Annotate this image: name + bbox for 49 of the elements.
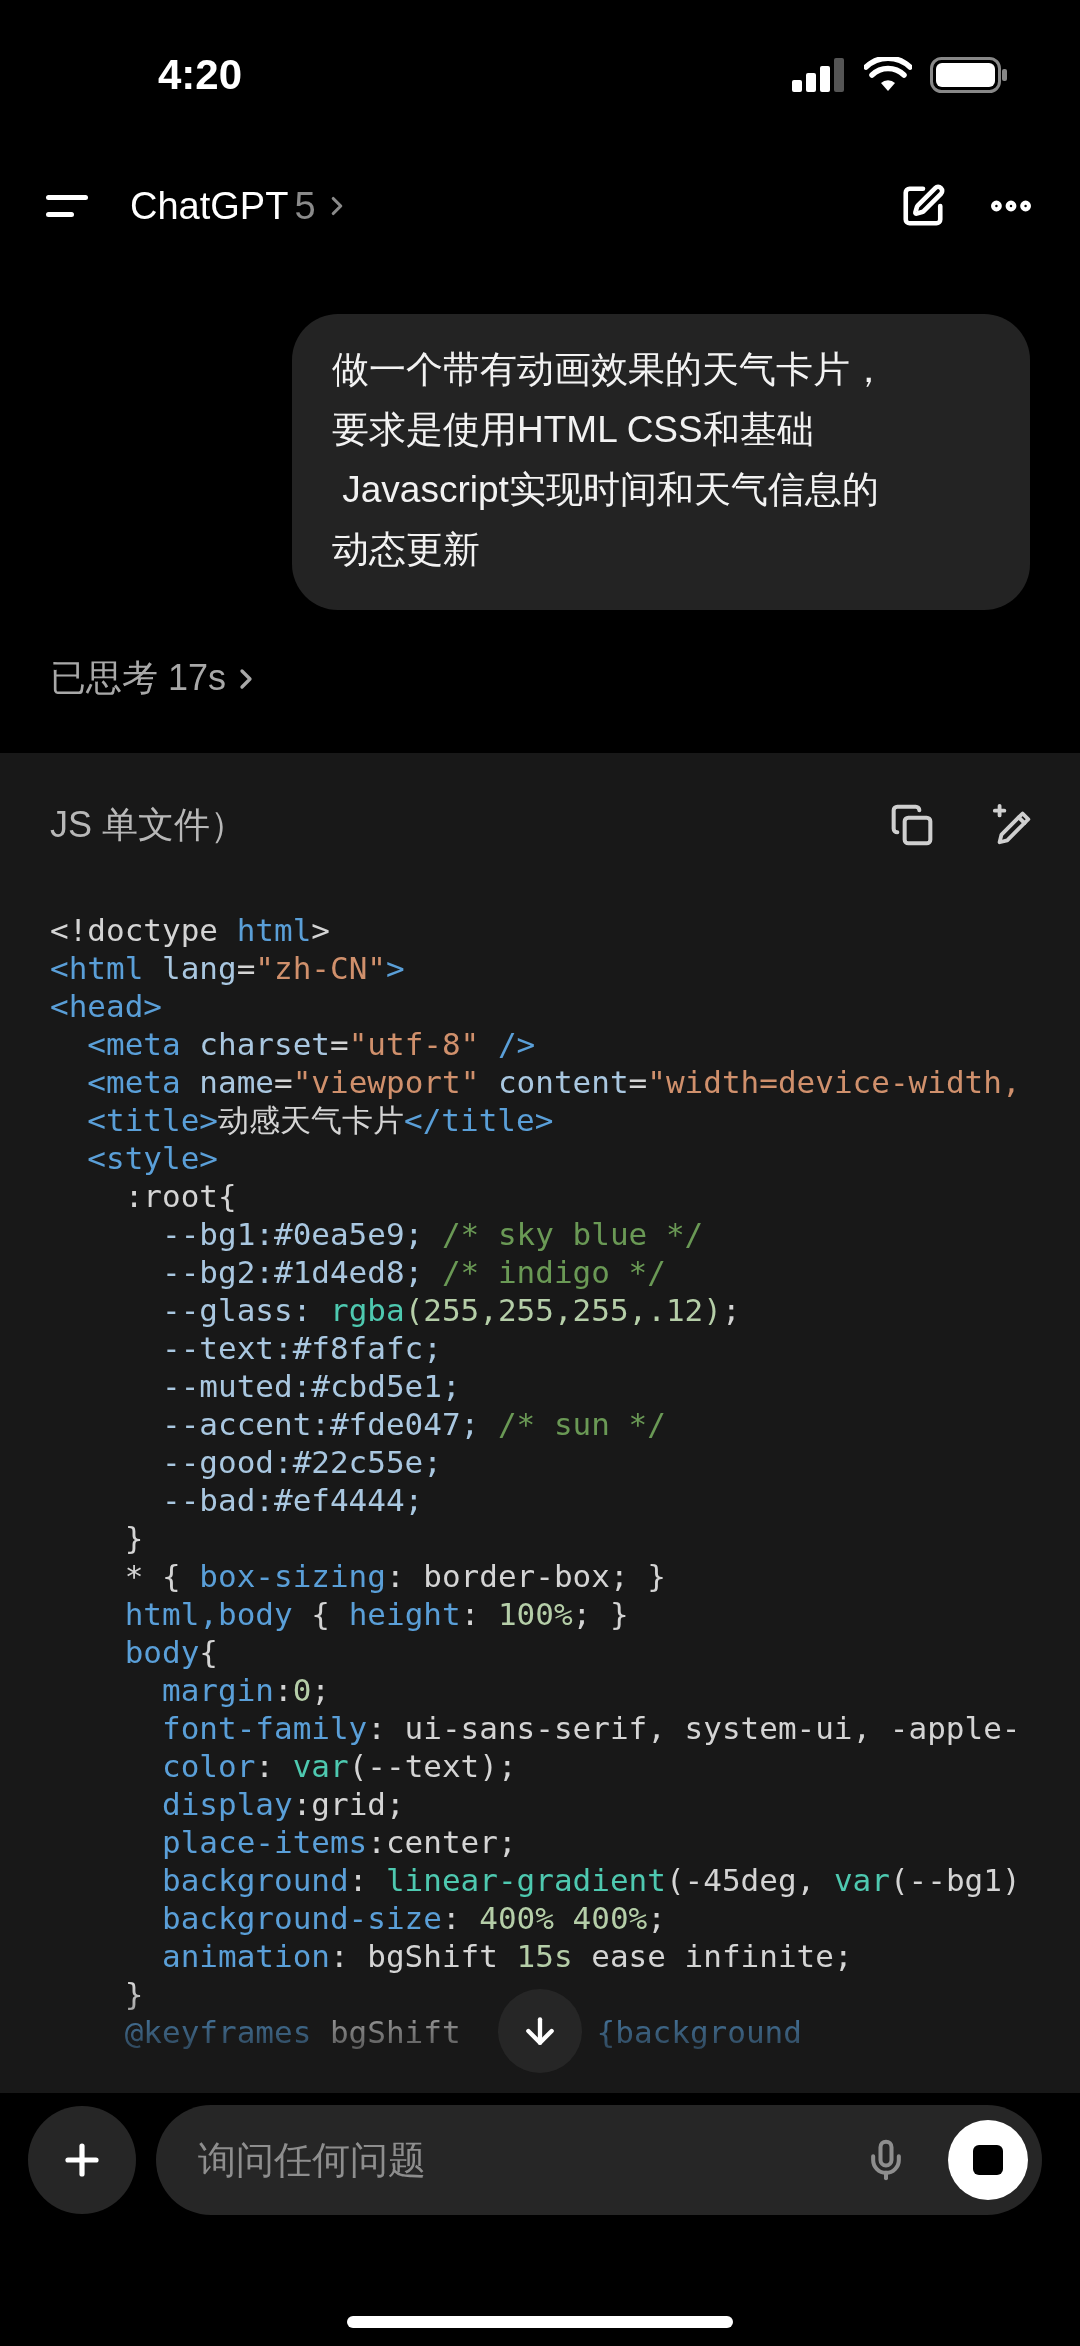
code-line: --glass: rgba(255,255,255,.12); — [160, 1291, 741, 1329]
code-line: <meta charset="utf-8" /> — [86, 1025, 536, 1063]
code-line: --accent:#fde047; /* sun */ — [160, 1405, 666, 1443]
stop-button[interactable] — [948, 2120, 1028, 2200]
code-line: animation: bgShift 15s ease infinite; — [160, 1937, 853, 1975]
code-line: color: var(--text); — [160, 1747, 517, 1785]
code-line: :root{ — [123, 1177, 237, 1215]
battery-icon — [930, 57, 1008, 93]
new-chat-icon[interactable] — [900, 183, 946, 229]
code-line: html,body { height: 100%; } — [123, 1595, 629, 1633]
code-line: display:grid; — [160, 1785, 405, 1823]
code-line: --text:#f8fafc; — [160, 1329, 442, 1367]
code-line: <html lang="zh-CN"> — [50, 949, 405, 987]
code-line: --bad:#ef4444; — [160, 1481, 424, 1519]
code-line: <style> — [86, 1139, 218, 1177]
code-line: background-size: 400% 400%; — [160, 1899, 666, 1937]
app-title[interactable]: ChatGPT — [130, 184, 289, 228]
model-version[interactable]: 5 — [294, 184, 316, 228]
copy-icon[interactable] — [890, 803, 934, 847]
stop-icon[interactable] — [973, 2145, 1003, 2175]
message-input-field[interactable]: 询问任何问题 — [156, 2105, 1042, 2215]
code-line: } — [123, 1519, 144, 1557]
signal-icon — [792, 58, 846, 92]
code-line: @keyframes bgShift — [123, 2013, 461, 2051]
code-line: --bg1:#0ea5e9; /* sky blue */ — [160, 1215, 704, 1253]
message-line: Javascript实现时间和天气信息的 — [341, 468, 879, 512]
code-line: <head> — [50, 987, 162, 1025]
message-input[interactable]: 询问任何问题 — [196, 2137, 824, 2183]
code-title: JS 单文件） — [50, 802, 247, 847]
message-line: 做一个带有动画效果的天气卡片， — [332, 348, 887, 392]
code-line: margin:0; — [160, 1671, 330, 1709]
code-line: <meta name="viewport" content="width=device-width, — [86, 1063, 1021, 1101]
code-line: {background — [596, 2013, 802, 2051]
code-line: font-family: ui-sans-serif, system-ui, -apple- — [160, 1709, 1021, 1747]
message-line: 要求是使用HTML CSS和基础 — [332, 408, 814, 452]
code-line: } — [123, 1975, 144, 2013]
status-time: 4:20 — [158, 51, 243, 99]
code-line: --muted:#cbd5e1; — [160, 1367, 461, 1405]
message-line: 动态更新 — [332, 528, 480, 572]
code-line: place-items:center; — [160, 1823, 517, 1861]
code-line: <title>动感天气卡片</title> — [86, 1101, 554, 1139]
code-line: --bg2:#1d4ed8; /* indigo */ — [160, 1253, 666, 1291]
code-line: body{ — [123, 1633, 218, 1671]
thinking-toggle[interactable]: 已思考 17s — [50, 654, 263, 703]
wifi-icon — [864, 57, 912, 93]
code-line: * { box-sizing: border-box; } — [123, 1557, 666, 1595]
code-line: --good:#22c55e; — [160, 1443, 442, 1481]
code-line: <!doctype html> — [50, 911, 330, 949]
code-line: background: linear-gradient(-45deg, var(--bg1) — [160, 1861, 1021, 1899]
